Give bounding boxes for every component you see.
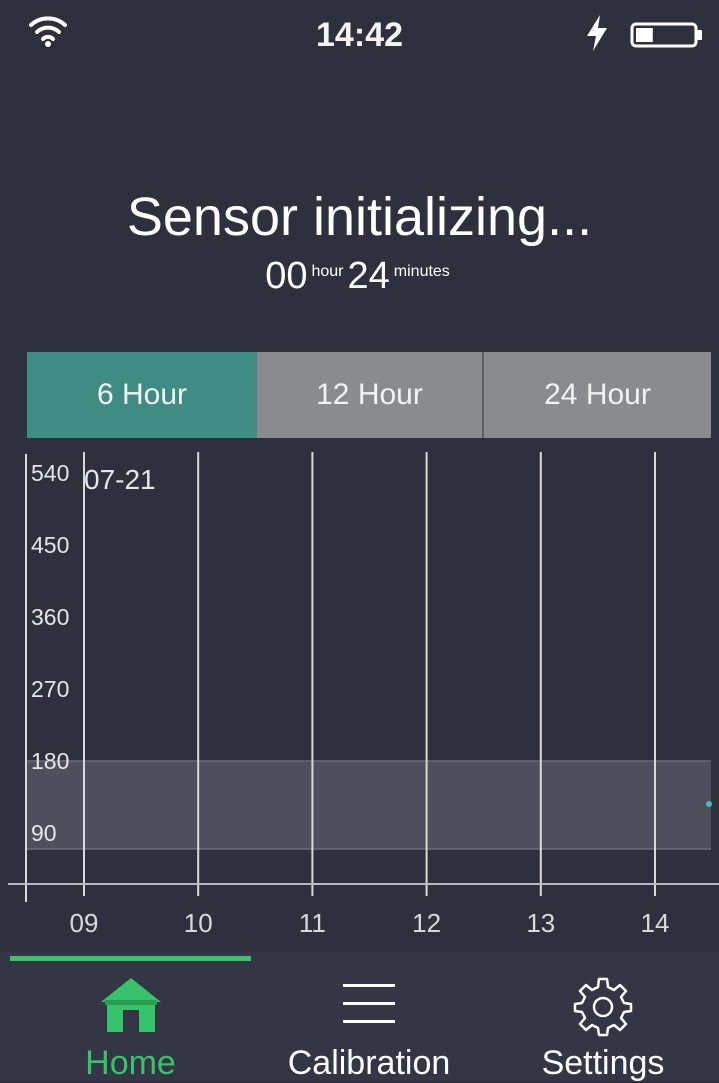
chart-date-label: 07-21 — [84, 464, 156, 495]
x-tick-label: 09 — [70, 908, 99, 938]
timer-minutes-unit: minutes — [393, 263, 450, 280]
nav-home-label: Home — [85, 1044, 176, 1082]
latest-reading-point — [706, 801, 712, 807]
timer-hours-unit: hour — [311, 263, 344, 280]
x-tick-label: 11 — [299, 908, 326, 938]
tab-24-hour[interactable]: 24 Hour — [484, 352, 711, 438]
y-tick-label: 180 — [31, 748, 69, 774]
y-tick-label: 270 — [31, 676, 69, 702]
status-time: 14:42 — [316, 16, 403, 54]
gear-icon — [572, 976, 634, 1043]
sensor-status-title: Sensor initializing... — [126, 187, 593, 247]
sensor-status: Sensor initializing... 00 hour 24 minutes — [0, 186, 719, 298]
y-tick-label: 540 — [31, 460, 69, 486]
bottom-navigation: Home Calibration Settings — [0, 952, 719, 1082]
target-range-band — [27, 761, 711, 849]
time-range-tabs: 6 Hour 12 Hour 24 Hour — [27, 352, 711, 438]
glucose-chart: 540 450 360 270 180 90 09 10 11 12 13 14 07-21 — [8, 452, 719, 938]
nav-calibration-label: Calibration — [287, 1044, 451, 1082]
x-tick-label: 10 — [184, 908, 213, 938]
lightning-bolt-icon — [584, 14, 610, 57]
status-bar: 14:42 — [0, 0, 719, 70]
tab-12-hour[interactable]: 12 Hour — [257, 352, 484, 438]
nav-settings-label: Settings — [541, 1044, 665, 1082]
x-tick-label: 12 — [412, 908, 441, 938]
y-tick-label: 450 — [31, 532, 69, 558]
nav-home[interactable]: Home — [10, 962, 251, 1082]
initialization-timer: 00 hour 24 minutes — [0, 250, 719, 298]
x-tick-label: 13 — [526, 908, 555, 938]
nav-calibration[interactable]: Calibration — [251, 962, 487, 1082]
menu-icon — [337, 976, 401, 1037]
nav-settings[interactable]: Settings — [487, 962, 719, 1082]
active-tab-indicator — [10, 956, 251, 961]
timer-minutes-value: 24 — [347, 255, 390, 297]
timer-hours-value: 00 — [265, 255, 308, 297]
y-tick-label: 90 — [31, 820, 57, 846]
tab-6-hour[interactable]: 6 Hour — [27, 352, 257, 438]
x-tick-label: 14 — [641, 908, 670, 938]
y-tick-label: 360 — [31, 604, 69, 630]
battery-icon — [630, 22, 704, 53]
home-icon — [99, 976, 163, 1039]
